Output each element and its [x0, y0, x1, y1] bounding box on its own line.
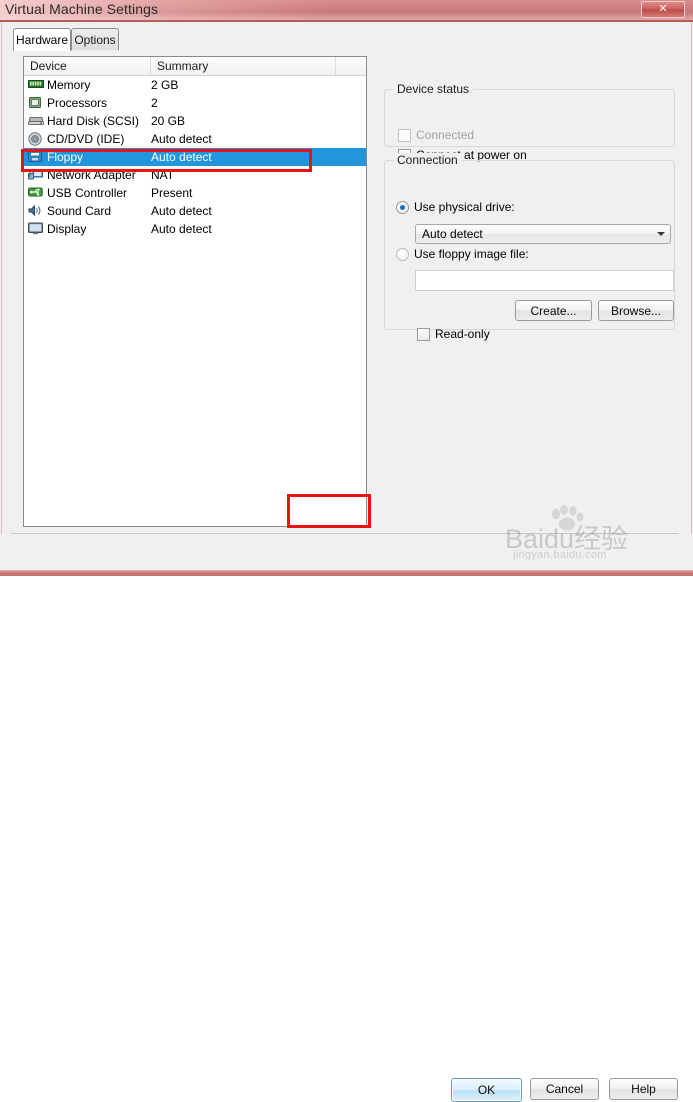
help-button-label: Help: [631, 1082, 656, 1096]
device-row-label: Memory: [47, 78, 91, 92]
hard-disk-icon: [28, 114, 44, 128]
use-physical-drive-radio-row[interactable]: Use physical drive:: [396, 200, 515, 214]
device-row-summary: 2 GB: [151, 78, 179, 92]
close-button[interactable]: ✕: [641, 1, 685, 18]
device-row-summary: 20 GB: [151, 114, 186, 128]
device-row-name-cell: CD/DVD (IDE): [24, 132, 151, 146]
device-row-summary: Auto detect: [151, 150, 212, 164]
device-row-name-cell: Display: [24, 222, 151, 236]
device-row-name-cell: Processors: [24, 96, 151, 110]
column-header-extra[interactable]: [336, 57, 366, 75]
connected-label: Connected: [416, 128, 475, 142]
ok-button-label: OK: [477, 1083, 496, 1097]
read-only-label: Read-only: [435, 327, 490, 341]
column-header-summary[interactable]: Summary: [151, 57, 336, 75]
device-row-hard-disk-scsi[interactable]: Hard Disk (SCSI) 20 GB: [24, 112, 366, 130]
dialog-client-area: Hardware Options Device Summary Memory 2 …: [1, 22, 692, 572]
device-row-name-cell: Hard Disk (SCSI): [24, 114, 151, 128]
dialog-button-bar: OK Cancel Help: [1, 534, 692, 1102]
virtual-machine-settings-dialog: Virtual Machine Settings ✕ Hardware Opti…: [0, 0, 693, 1102]
device-row-label: Hard Disk (SCSI): [47, 114, 140, 128]
column-header-device[interactable]: Device: [24, 57, 151, 75]
window-title: Virtual Machine Settings: [5, 1, 159, 17]
device-row-label: Sound Card: [47, 204, 112, 218]
connection-group-title: Connection: [393, 153, 462, 167]
display-icon: [28, 222, 44, 236]
tab-options-label: Options: [74, 32, 116, 47]
chevron-down-icon: [652, 232, 670, 236]
device-row-label: Display: [47, 222, 87, 236]
read-only-checkbox-row[interactable]: Read-only: [417, 327, 490, 341]
device-row-name-cell: Memory: [24, 78, 151, 92]
device-row-summary: Present: [151, 186, 193, 200]
cancel-button-label: Cancel: [545, 1082, 584, 1096]
network-adapter-icon: [28, 168, 44, 182]
floppy-icon: [28, 150, 44, 164]
browse-button[interactable]: Browse...: [598, 300, 674, 321]
read-only-checkbox: [417, 327, 430, 341]
processor-icon: [28, 96, 44, 110]
device-row-label: USB Controller: [47, 186, 128, 200]
hardware-tab-panel: Device Summary Memory 2 GB Processors 2 Hard…: [13, 50, 681, 572]
use-physical-drive-label: Use physical drive:: [414, 200, 515, 214]
device-row-usb-controller[interactable]: USB Controller Present: [24, 184, 366, 202]
device-row-cd-dvd-ide[interactable]: CD/DVD (IDE) Auto detect: [24, 130, 366, 148]
device-row-name-cell: USB Controller: [24, 186, 151, 200]
cd-dvd-icon: [28, 132, 44, 146]
browse-button-label: Browse...: [610, 303, 661, 318]
device-row-summary: Auto detect: [151, 222, 212, 236]
use-floppy-image-radio: [396, 247, 409, 261]
connected-checkbox-row[interactable]: Connected: [398, 128, 474, 142]
create-button-label: Create...: [530, 303, 577, 318]
device-row-memory[interactable]: Memory 2 GB: [24, 76, 366, 94]
device-row-sound-card[interactable]: Sound Card Auto detect: [24, 202, 366, 220]
connected-checkbox: [398, 128, 411, 142]
create-button[interactable]: Create...: [515, 300, 592, 321]
floppy-image-path-input[interactable]: [415, 270, 674, 291]
cancel-button[interactable]: Cancel: [530, 1078, 599, 1100]
device-row-name-cell: Floppy: [24, 150, 151, 164]
use-floppy-image-label: Use floppy image file:: [414, 247, 529, 261]
usb-controller-icon: [28, 186, 44, 200]
device-list[interactable]: Device Summary Memory 2 GB Processors 2 Hard…: [23, 56, 367, 527]
device-row-label: Network Adapter: [47, 168, 136, 182]
device-list-rows: Memory 2 GB Processors 2 Hard Disk (SCSI) 20 …: [24, 76, 366, 238]
device-row-summary: Auto detect: [151, 132, 212, 146]
window-frame-bottom-edge: [0, 570, 693, 576]
device-row-label: CD/DVD (IDE): [47, 132, 125, 146]
device-row-processors[interactable]: Processors 2: [24, 94, 366, 112]
title-bar: Virtual Machine Settings ✕: [0, 0, 693, 20]
device-row-floppy[interactable]: Floppy Auto detect: [24, 148, 366, 166]
physical-drive-select[interactable]: Auto detect: [415, 224, 671, 244]
device-row-label: Processors: [47, 96, 108, 110]
close-icon: ✕: [658, 3, 668, 15]
device-row-display[interactable]: Display Auto detect: [24, 220, 366, 238]
device-row-name-cell: Sound Card: [24, 204, 151, 218]
memory-icon: [28, 78, 44, 92]
device-row-network-adapter[interactable]: Network Adapter NAT: [24, 166, 366, 184]
help-button[interactable]: Help: [609, 1078, 678, 1100]
use-physical-drive-radio: [396, 200, 409, 214]
device-row-label: Floppy: [47, 150, 84, 164]
tab-hardware[interactable]: Hardware: [13, 28, 71, 51]
tab-options[interactable]: Options: [71, 28, 119, 50]
sound-card-icon: [28, 204, 44, 218]
device-row-summary: NAT: [151, 168, 175, 182]
tab-strip: Hardware Options: [13, 28, 681, 51]
device-list-header: Device Summary: [24, 57, 366, 76]
device-status-group-title: Device status: [393, 82, 474, 96]
device-row-name-cell: Network Adapter: [24, 168, 151, 182]
device-row-summary: 2: [151, 96, 158, 110]
tab-hardware-label: Hardware: [15, 33, 69, 47]
ok-button[interactable]: OK: [451, 1078, 522, 1102]
physical-drive-selected-value: Auto detect: [422, 227, 483, 241]
device-row-summary: Auto detect: [151, 204, 212, 218]
use-floppy-image-radio-row[interactable]: Use floppy image file:: [396, 247, 529, 261]
